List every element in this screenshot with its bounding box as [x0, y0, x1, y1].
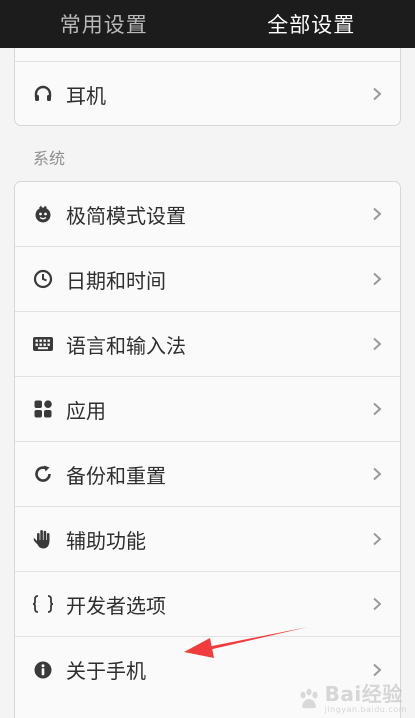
chevron-right-icon — [373, 337, 382, 351]
settings-item-label: 辅助功能 — [66, 528, 146, 553]
settings-item-label: 应用 — [66, 398, 106, 423]
settings-item-label: 耳机 — [66, 83, 106, 108]
settings-item-label: 开发者选项 — [66, 593, 166, 618]
paw-logo-icon — [300, 688, 318, 709]
tab-all-settings[interactable]: 全部设置 — [208, 0, 415, 48]
section-title-system: 系统 — [33, 149, 66, 168]
system-settings-group: 极简模式设置 日期和时间 语言和输入法 应用 备份和重置 辅助功能 开发者选项 … — [14, 181, 401, 718]
settings-item-label: 日期和时间 — [66, 268, 166, 293]
chevron-right-icon — [373, 402, 382, 416]
chevron-right-icon — [373, 597, 382, 611]
top-settings-group: 耳机 — [14, 48, 401, 126]
chevron-right-icon — [373, 272, 382, 286]
headphones-icon — [32, 83, 54, 105]
settings-item-backup-reset[interactable]: 备份和重置 — [15, 442, 400, 507]
chevron-right-icon — [373, 467, 382, 481]
hand-icon — [32, 528, 54, 550]
clock-icon — [32, 268, 54, 290]
chevron-right-icon — [373, 532, 382, 546]
settings-item-apps[interactable]: 应用 — [15, 377, 400, 442]
settings-item-developer-options[interactable]: 开发者选项 — [15, 572, 400, 637]
settings-item-date-time[interactable]: 日期和时间 — [15, 247, 400, 312]
settings-item-label: 语言和输入法 — [66, 333, 186, 358]
settings-tab-bar: 常用设置 全部设置 — [0, 0, 415, 48]
backup-icon — [32, 463, 54, 485]
chevron-right-icon — [373, 87, 382, 101]
settings-item-accessibility[interactable]: 辅助功能 — [15, 507, 400, 572]
watermark-subtext: jingyan.baidu.com — [324, 705, 407, 714]
chevron-right-icon — [373, 207, 382, 221]
keyboard-icon — [32, 333, 54, 355]
info-icon — [32, 659, 54, 681]
chevron-right-icon — [373, 663, 382, 676]
baidu-jingyan-watermark: Bai经验 jingyan.baidu.com — [296, 684, 407, 714]
settings-item-label: 极简模式设置 — [66, 203, 186, 228]
settings-item-headphones[interactable]: 耳机 — [15, 61, 400, 125]
settings-item-simple-mode[interactable]: 极简模式设置 — [15, 182, 400, 247]
tab-common-settings[interactable]: 常用设置 — [0, 0, 208, 48]
settings-item-language-input[interactable]: 语言和输入法 — [15, 312, 400, 377]
watermark-text: Bai经验 — [324, 682, 403, 706]
settings-item-label: 备份和重置 — [66, 463, 166, 488]
simple-mode-icon — [32, 203, 54, 225]
settings-item-label: 关于手机 — [66, 659, 146, 683]
braces-icon — [32, 593, 54, 615]
apps-icon — [32, 398, 54, 420]
settings-list: 耳机 系统 极简模式设置 日期和时间 语言和输入法 应用 备份和重置 辅助功能 … — [0, 48, 415, 718]
